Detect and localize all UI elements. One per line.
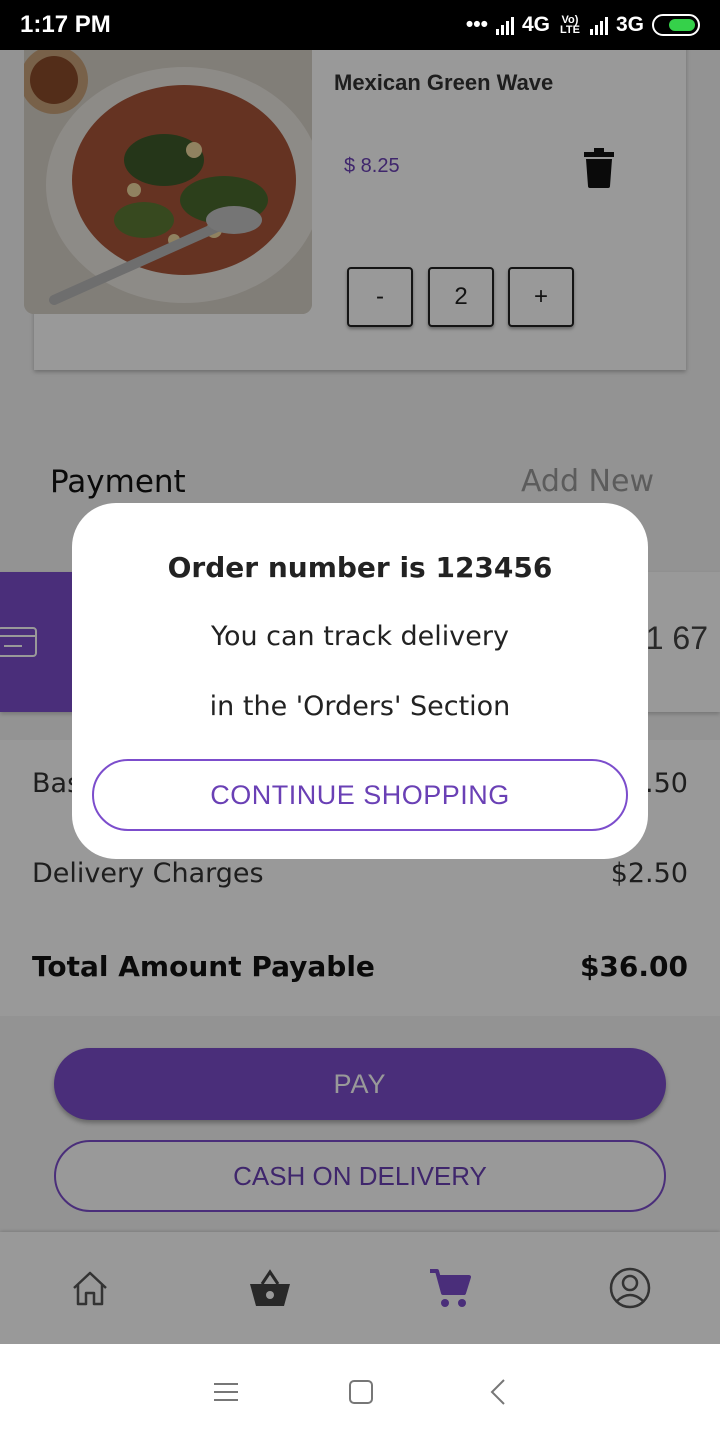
back-icon[interactable] <box>486 1378 514 1406</box>
network-type-2: 3G <box>615 13 644 36</box>
more-dots-icon: ••• <box>465 13 488 36</box>
system-nav-bar <box>0 1344 720 1440</box>
status-time: 1:17 PM <box>20 11 111 38</box>
signal-icon-2 <box>589 15 608 35</box>
dialog-line-1: You can track delivery <box>211 621 509 652</box>
signal-icon <box>495 15 514 35</box>
order-confirmation-dialog: Order number is 123456 You can track del… <box>72 503 648 859</box>
menu-icon[interactable] <box>212 1378 240 1406</box>
home-square-icon[interactable] <box>347 1378 375 1406</box>
continue-shopping-button[interactable]: CONTINUE SHOPPING <box>92 759 628 831</box>
battery-charging-icon <box>652 14 700 36</box>
volte-icon: Vo) LTE <box>560 14 580 36</box>
network-type-1: 4G <box>521 13 550 36</box>
dialog-title: Order number is 123456 <box>167 551 553 584</box>
dialog-line-2: in the 'Orders' Section <box>209 691 511 722</box>
status-icons: ••• 4G Vo) LTE 3G <box>466 13 700 37</box>
status-bar: 1:17 PM ••• 4G Vo) LTE 3G <box>0 0 720 50</box>
